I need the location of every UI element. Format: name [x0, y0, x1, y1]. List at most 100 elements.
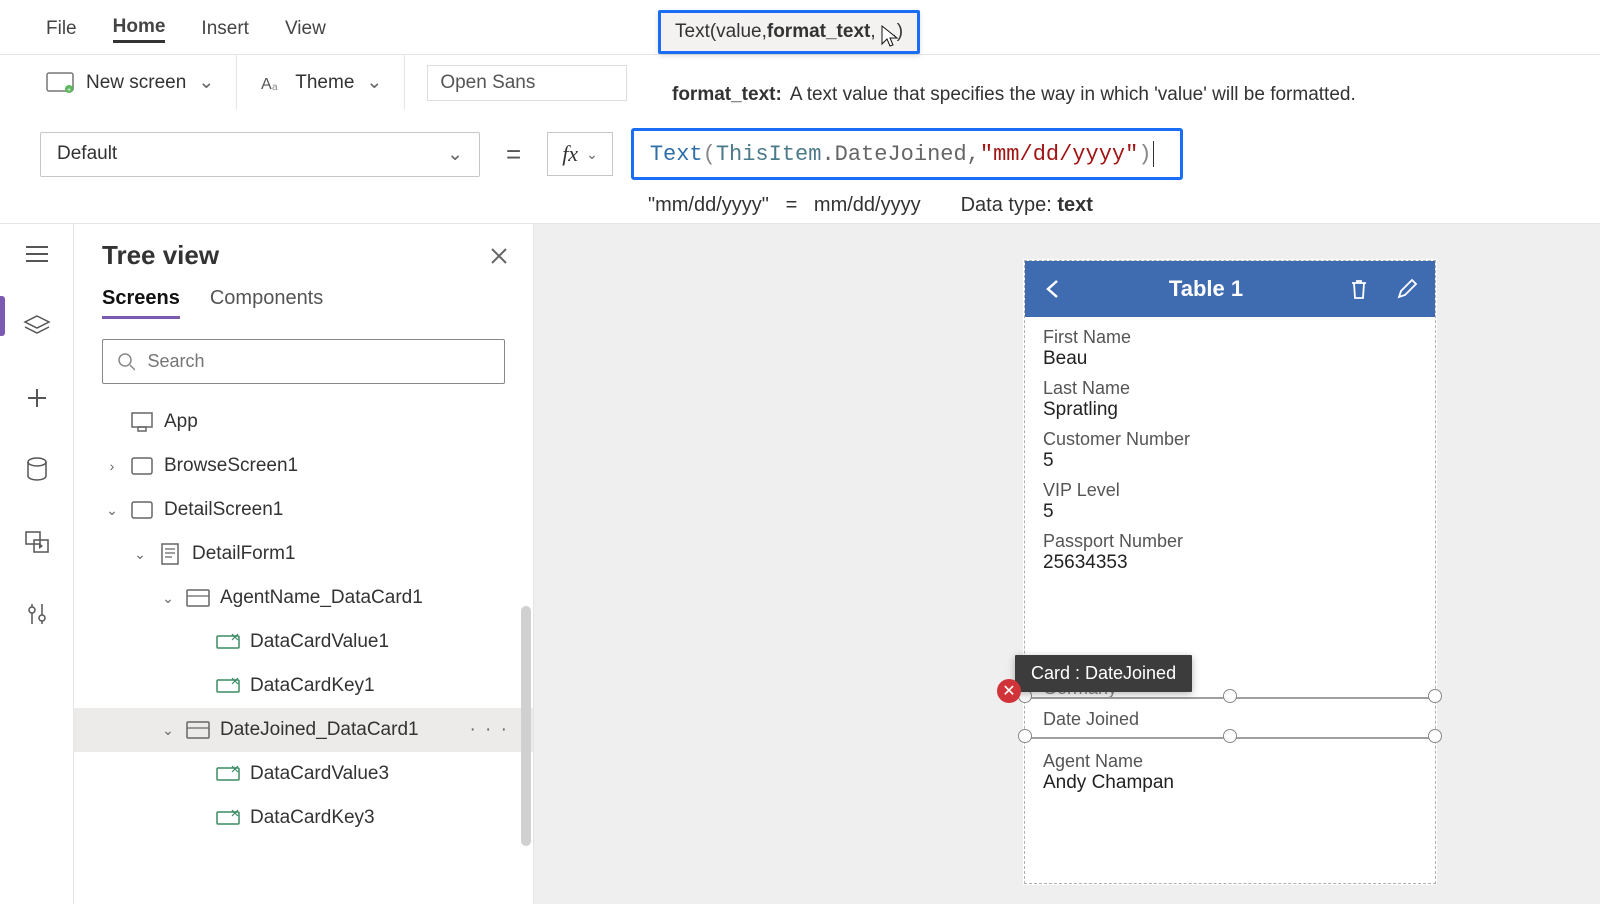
menu-home[interactable]: Home [113, 16, 166, 43]
menu-insert[interactable]: Insert [201, 18, 249, 40]
screen-icon [130, 498, 154, 522]
card-icon [186, 586, 210, 610]
work-area: Tree view Screens Components App›BrowseS… [0, 224, 1600, 904]
formula-result-bar: "mm/dd/yyyy" = mm/dd/yyyy Data type: tex… [648, 194, 1600, 217]
resize-handle[interactable] [1428, 729, 1442, 743]
tree-node-DataCardValue3[interactable]: DataCardValue3 [74, 752, 533, 796]
tree-view-panel: Tree view Screens Components App›BrowseS… [74, 224, 534, 904]
chevron-down-icon: ⌄ [447, 143, 463, 166]
fx-button[interactable]: fx ⌄ [547, 132, 613, 176]
field-value: Spratling [1041, 399, 1419, 425]
font-select[interactable] [427, 65, 627, 101]
chevron-icon [104, 414, 120, 430]
chevron-icon [190, 634, 206, 650]
tree-node-AgentName_DataCard1[interactable]: ⌄AgentName_DataCard1 [74, 576, 533, 620]
agent-label: Agent Name [1041, 751, 1419, 772]
tree-node-App[interactable]: App [74, 400, 533, 444]
design-canvas[interactable]: Table 1 First NameBeau Last NameSpratling… [534, 224, 1600, 904]
form-field: Passport Number25634353 [1041, 531, 1419, 578]
cursor-icon [878, 24, 902, 48]
tree-node-DetailScreen1[interactable]: ⌄DetailScreen1 [74, 488, 533, 532]
menu-view[interactable]: View [285, 18, 326, 40]
signature-highlight: format_text [767, 21, 870, 43]
resize-handle[interactable] [1018, 729, 1032, 743]
new-screen-label: New screen [86, 72, 186, 94]
svg-text:+: + [67, 87, 71, 94]
param-description: A text value that specifies the way in w… [790, 84, 1356, 106]
more-button[interactable]: · · · [469, 719, 521, 741]
agent-field: Agent Name Andy Champan [1041, 751, 1419, 798]
form-icon [158, 542, 182, 566]
theme-group[interactable]: Aa Theme ⌄ [237, 55, 405, 110]
search-icon [117, 352, 135, 372]
field-label: Last Name [1041, 378, 1419, 399]
chevron-down-icon: ⌄ [198, 71, 214, 94]
input-icon [216, 762, 240, 786]
input-icon [216, 806, 240, 830]
data-button[interactable] [19, 452, 55, 488]
card-icon [186, 718, 210, 742]
tree-node-BrowseScreen1[interactable]: › BrowseScreen1 [74, 444, 533, 488]
tab-screens[interactable]: Screens [102, 287, 180, 319]
tree-node-DataCardValue1[interactable]: DataCardValue1 [74, 620, 533, 664]
tree-node-DataCardKey1[interactable]: DataCardKey1 [74, 664, 533, 708]
tree-node-label: DataCardValue1 [250, 631, 389, 653]
result-expression: "mm/dd/yyyy" = mm/dd/yyyy [648, 194, 921, 217]
formula-input[interactable]: Text ( ThisItem .DateJoined, "mm/dd/yyyy… [631, 128, 1183, 180]
theme-icon: Aa [259, 72, 283, 94]
tree-node-label: DetailScreen1 [164, 499, 283, 521]
scrollbar-thumb[interactable] [521, 606, 531, 846]
chevron-down-icon: ⌄ [366, 71, 382, 94]
formula-row: Default ⌄ = fx ⌄ Text ( ThisItem .DateJo… [0, 118, 1600, 190]
close-icon [489, 246, 509, 266]
app-title: Table 1 [1067, 276, 1345, 302]
form-field: First NameBeau [1041, 327, 1419, 374]
agent-value: Andy Champan [1041, 772, 1419, 798]
svg-text:a: a [272, 82, 278, 93]
close-panel-button[interactable] [489, 246, 509, 266]
edit-button[interactable] [1393, 275, 1421, 303]
result-datatype: Data type: text [961, 194, 1093, 217]
tree-node-label: BrowseScreen1 [164, 455, 298, 477]
property-selector[interactable]: Default ⌄ [40, 132, 480, 177]
new-screen-group[interactable]: + New screen ⌄ [32, 55, 237, 110]
app-icon [130, 410, 154, 434]
tok-function: Text [650, 142, 703, 167]
media-button[interactable] [19, 524, 55, 560]
font-group [405, 55, 649, 110]
rail-active-indicator [0, 296, 5, 336]
screen-icon [130, 454, 154, 478]
form-field: Customer Number5 [1041, 429, 1419, 476]
tree-node-label: App [164, 411, 198, 433]
tree-view-button[interactable] [19, 308, 55, 344]
settings-button[interactable] [19, 596, 55, 632]
left-rail [0, 224, 74, 904]
tree-node-DataCardKey3[interactable]: DataCardKey3 [74, 796, 533, 840]
text-caret [1153, 141, 1154, 167]
error-badge[interactable]: ✕ [997, 679, 1021, 703]
date-joined-label: Date Joined [1041, 709, 1141, 730]
app-preview: Table 1 First NameBeau Last NameSpratling… [1024, 260, 1436, 884]
menu-file[interactable]: File [46, 18, 77, 40]
chevron-icon: ⌄ [132, 546, 148, 563]
resize-handle[interactable] [1428, 689, 1442, 703]
tree-search[interactable] [102, 339, 505, 384]
form-field: VIP Level5 [1041, 480, 1419, 527]
tree-node-DateJoined_DataCard1[interactable]: ⌄DateJoined_DataCard1· · · [74, 708, 533, 752]
input-icon [216, 674, 240, 698]
add-button[interactable] [19, 380, 55, 416]
tok-member: .DateJoined, [821, 142, 979, 167]
tok-paren: ) [1138, 142, 1151, 167]
delete-button[interactable] [1345, 275, 1373, 303]
chevron-icon [190, 678, 206, 694]
layers-icon [23, 314, 51, 338]
resize-handle[interactable] [1223, 689, 1237, 703]
resize-handle[interactable] [1223, 729, 1237, 743]
back-button[interactable] [1039, 275, 1067, 303]
chevron-icon: › [104, 458, 120, 474]
hamburger-button[interactable] [19, 236, 55, 272]
search-input[interactable] [145, 350, 490, 373]
field-value: 25634353 [1041, 552, 1419, 578]
tab-components[interactable]: Components [210, 287, 323, 319]
tree-node-DetailForm1[interactable]: ⌄DetailForm1 [74, 532, 533, 576]
